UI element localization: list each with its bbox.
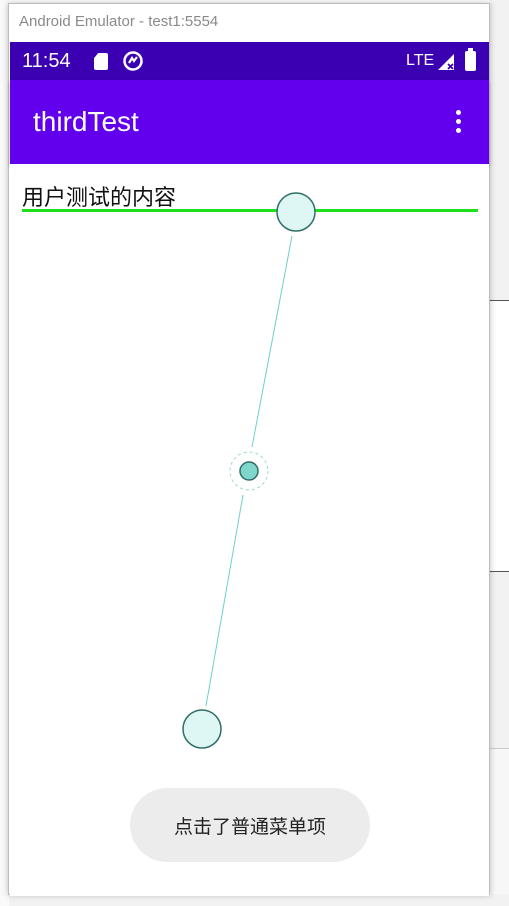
signal-icon — [438, 54, 454, 70]
battery-icon — [465, 48, 476, 71]
connector-line-bottom — [205, 494, 244, 707]
overflow-menu-icon — [456, 110, 461, 115]
overflow-menu-icon-dot — [456, 128, 461, 133]
bottom-handle[interactable] — [182, 709, 222, 749]
status-bar: 11:54 LTE — [10, 42, 489, 80]
network-label: LTE — [406, 52, 435, 69]
top-handle[interactable] — [276, 192, 316, 232]
app-title: thirdTest — [33, 106, 139, 137]
status-time: 11:54 — [22, 50, 71, 72]
app-bar: thirdTest — [10, 80, 489, 164]
background-ide-lower-panel — [489, 748, 509, 906]
emulator-title: Android Emulator - test1:5554 — [19, 13, 219, 30]
background-ide-frame — [489, 300, 509, 572]
toast-message: 点击了普通菜单项 — [130, 788, 370, 862]
connector-line-top — [251, 235, 293, 448]
sync-icon — [123, 51, 143, 71]
overflow-menu-button[interactable] — [443, 104, 473, 140]
content-area[interactable]: 用户测试的内容 点击了普通菜单项 — [10, 164, 489, 896]
emulator-window: Android Emulator - test1:5554 11:54 LTE … — [8, 3, 490, 896]
overflow-menu-icon-dot — [456, 119, 461, 124]
center-handle[interactable] — [239, 461, 259, 481]
drag-line-canvas[interactable] — [10, 164, 489, 896]
sd-card-icon — [94, 53, 108, 70]
emulator-titlebar[interactable]: Android Emulator - test1:5554 — [9, 4, 489, 41]
